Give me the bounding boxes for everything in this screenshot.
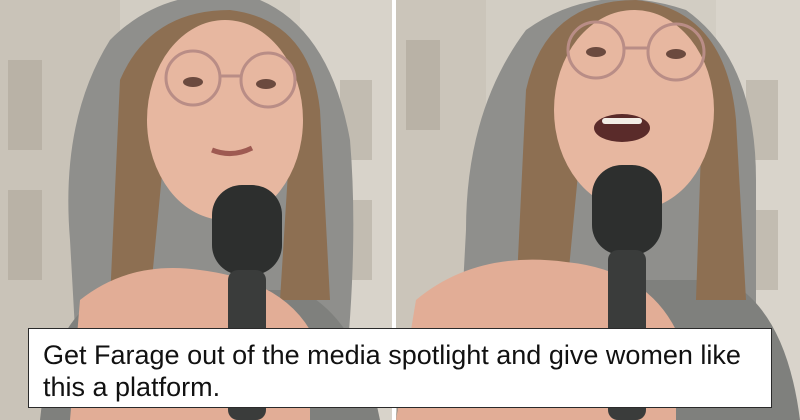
meme-image: Get Farage out of the media spotlight an…	[0, 0, 800, 420]
caption-box: Get Farage out of the media spotlight an…	[28, 328, 772, 408]
caption-text: Get Farage out of the media spotlight an…	[43, 340, 741, 402]
